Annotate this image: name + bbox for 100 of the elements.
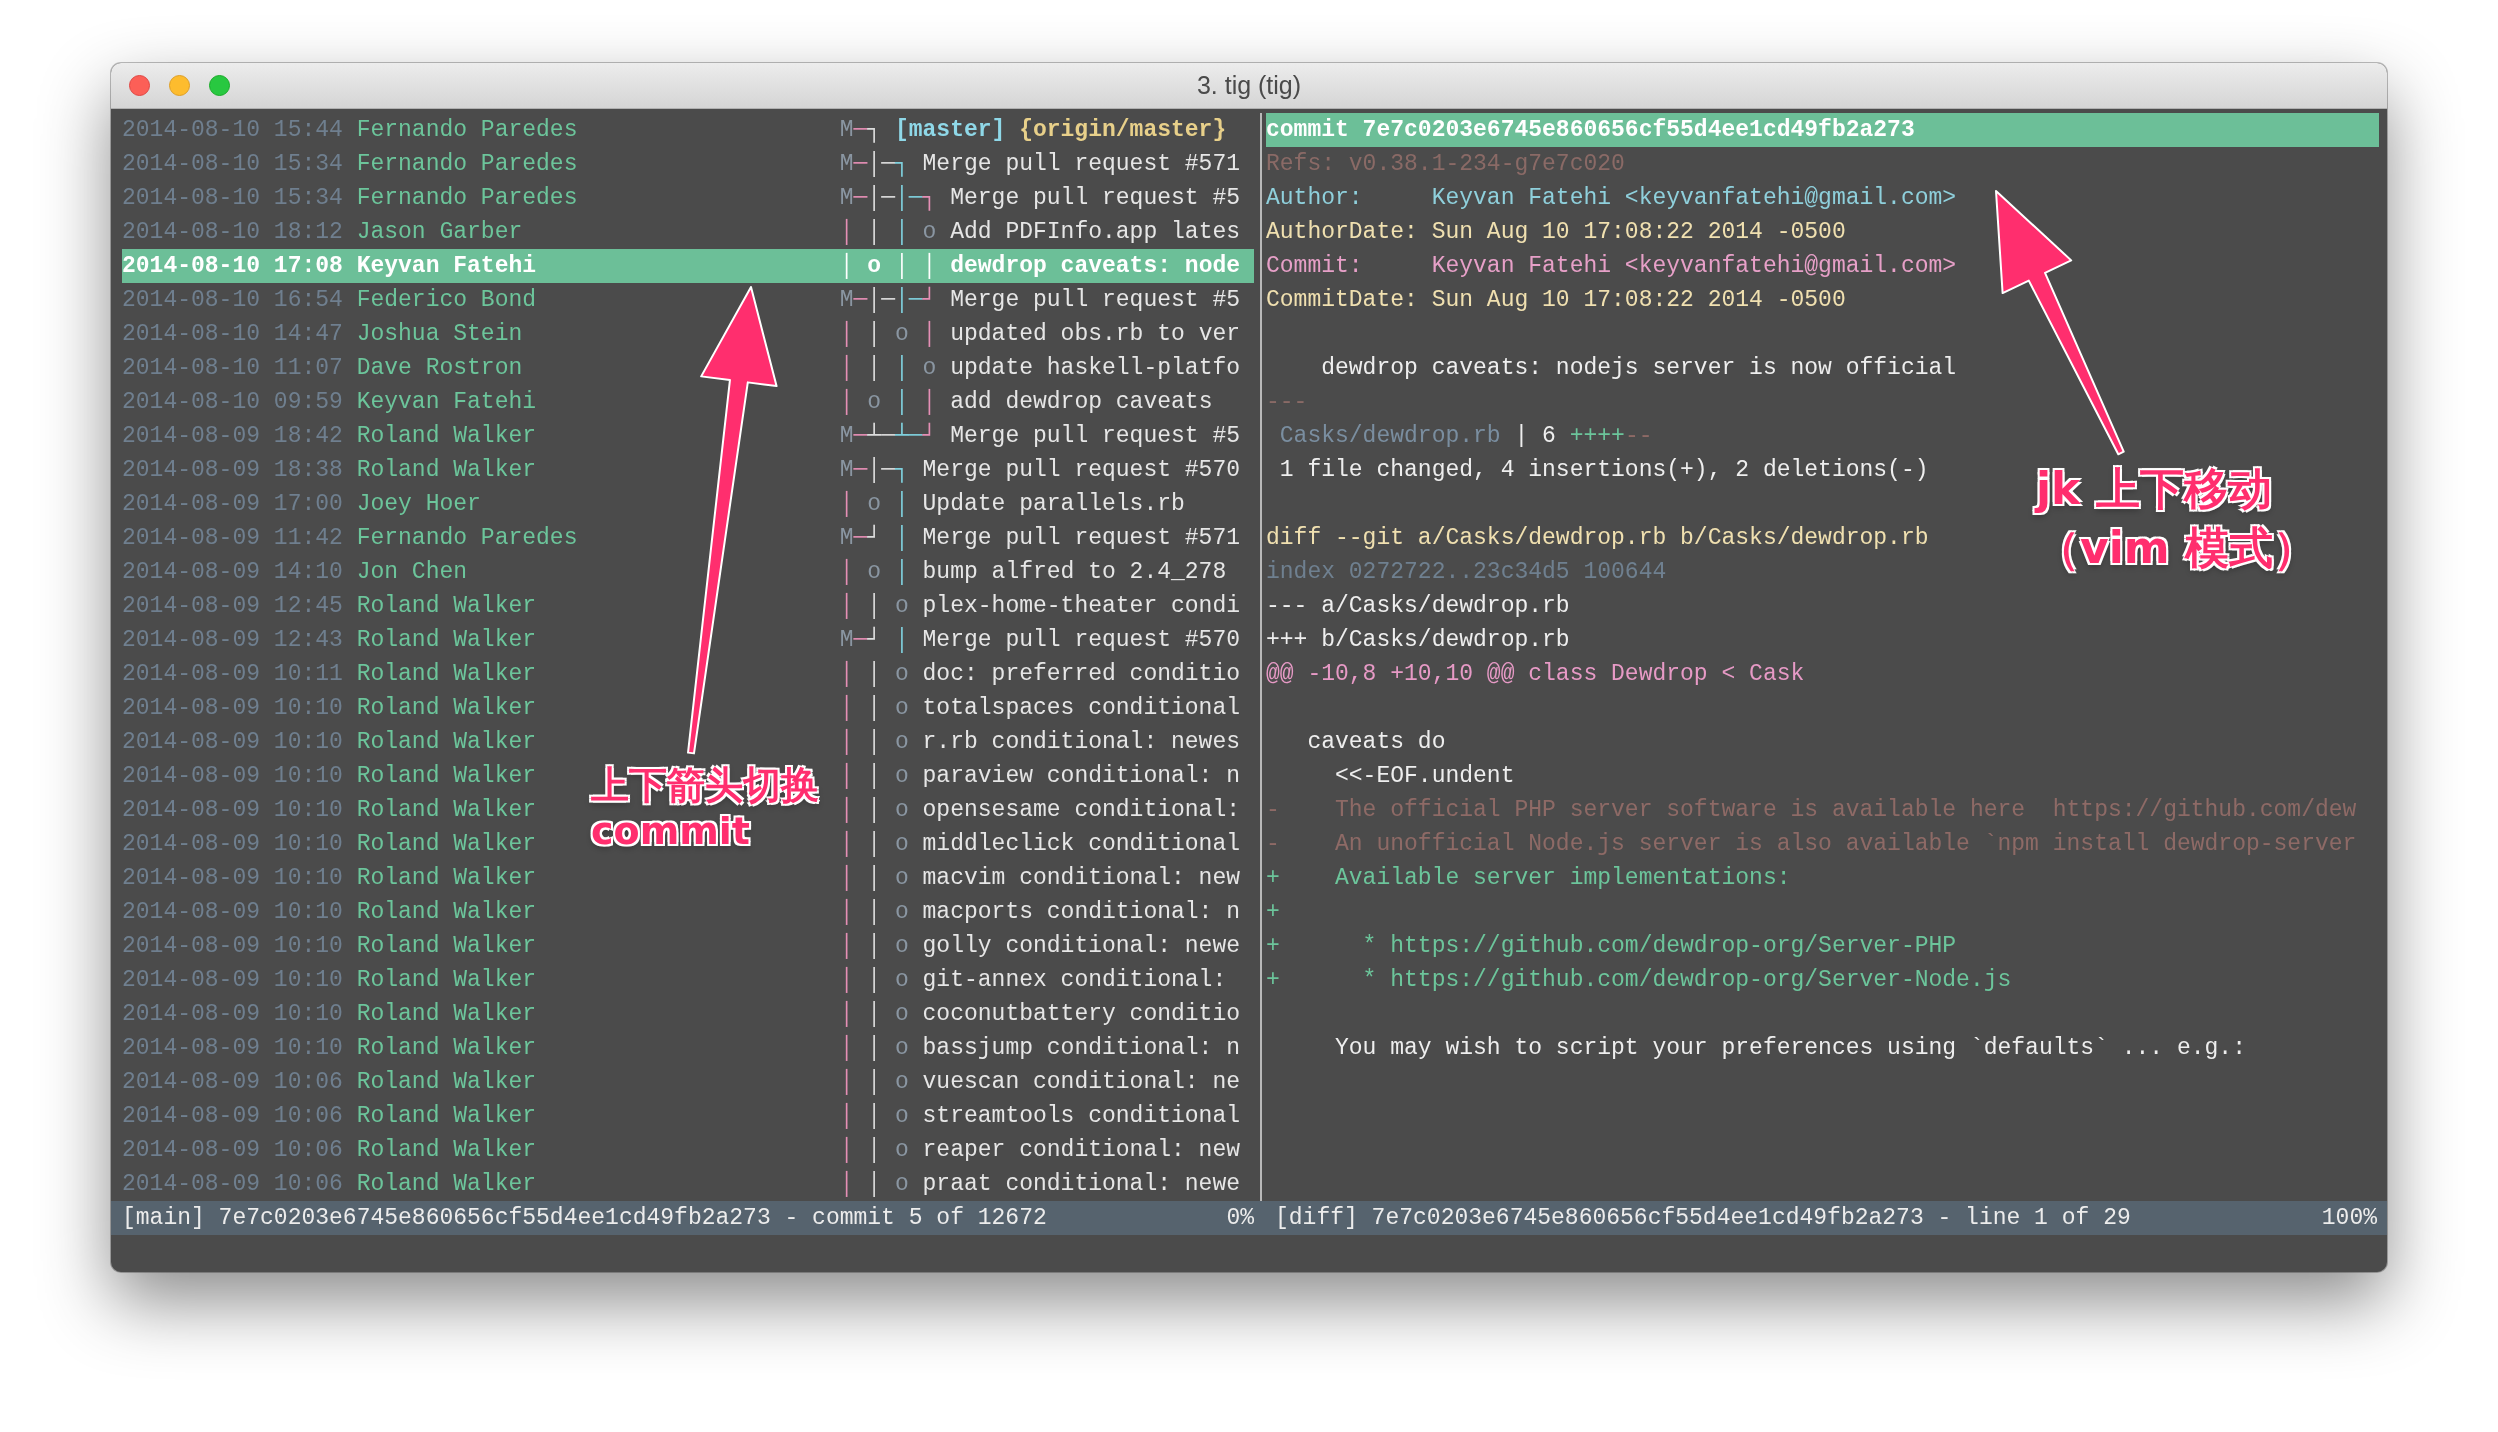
commit-message: Merge pull request #5 (950, 184, 1241, 213)
diff-line: + Available server implementations: (1266, 865, 1791, 891)
commit-graph: │ │ o (839, 830, 909, 859)
commit-author: Roland Walker (356, 830, 537, 859)
commit-date: 2014-08-10 16:54 (122, 286, 344, 315)
commit-message: golly conditional: newe (922, 932, 1240, 961)
commit-message: doc: preferred conditio (922, 660, 1240, 689)
commit-graph: │ │ o (839, 592, 909, 621)
commit-date: 2014-08-09 12:45 (122, 592, 344, 621)
commit-date: 2014-08-09 18:42 (122, 422, 344, 451)
commit-graph: M─┐ (839, 116, 882, 145)
commit-message: Merge pull request #570 (922, 456, 1240, 485)
commit-graph: M─│─┐ (839, 456, 909, 485)
commit-date: 2014-08-09 12:43 (122, 626, 344, 655)
commit-date: 2014-08-10 14:47 (122, 320, 344, 349)
commit-date: 2014-08-10 15:34 (122, 184, 344, 213)
commit-graph: │ │ │ o (839, 354, 937, 383)
commit-date: 2014-08-10 15:44 (122, 116, 344, 145)
zoom-button[interactable] (209, 75, 230, 96)
diff-line: diff --git a/Casks/dewdrop.rb b/Casks/dewdrop.rb (1266, 525, 1929, 551)
selected-commit-row[interactable]: 2014-08-10 17:08 Keyvan Fatehi │ o │ │ dewdrop caveats: node (122, 249, 1254, 283)
commit-author: Joshua Stein (356, 320, 523, 349)
status-percent: 0% (1226, 1204, 1254, 1233)
commit-date: 2014-08-09 10:10 (122, 1000, 344, 1029)
minimize-button[interactable] (169, 75, 190, 96)
branch-ref: {origin/master} (1019, 116, 1227, 145)
commit-message: paraview conditional: n (922, 762, 1240, 791)
diffstat-line: Casks/dewdrop.rb | 6 ++++-- (1278, 423, 1653, 449)
commit-author: Keyvan Fatehi (356, 252, 537, 281)
commit-graph: │ │ o (839, 1136, 909, 1165)
diff-line: Author: Keyvan Fatehi <keyvanfatehi@gmail.com> (1266, 185, 1957, 211)
commit-graph: M─│─│─┘ (839, 285, 937, 315)
commit-author: Jon Chen (356, 558, 468, 587)
commit-date: 2014-08-09 18:38 (122, 456, 344, 485)
commit-author: Roland Walker (356, 626, 537, 655)
diff-line: + * https://github.com/dewdrop-org/Server-Node.js (1266, 967, 2012, 993)
diff-line: 1 file changed, 4 insertions(+), 2 deletions(-) (1278, 457, 1929, 483)
commit-date: 2014-08-09 10:10 (122, 932, 344, 961)
commit-message: Merge pull request #571 (922, 524, 1240, 553)
commit-date: 2014-08-09 11:42 (122, 524, 344, 553)
commit-graph: │ │ │ o (839, 218, 937, 247)
commit-date: 2014-08-10 09:59 (122, 388, 344, 417)
commit-message: update haskell-platfo (950, 354, 1241, 383)
commit-author: Roland Walker (356, 1170, 537, 1199)
commit-graph: │ o │ (839, 558, 909, 587)
status-text: [diff] 7e7c0203e6745e860656cf55d4ee1cd49fb2a273 - line 1 of 29 (1275, 1204, 2131, 1233)
diff-line: Commit: Keyvan Fatehi <keyvanfatehi@gmail.com> (1266, 253, 1957, 279)
status-text: [main] 7e7c0203e6745e860656cf55d4ee1cd49fb2a273 - commit 5 of 12672 (122, 1204, 1047, 1233)
branch-ref: [master] (894, 116, 1006, 145)
commit-message: bassjump conditional: n (922, 1034, 1240, 1063)
commit-author: Dave Rostron (356, 354, 523, 383)
commit-message: Merge pull request #570 (922, 626, 1240, 655)
diff-line: caveats do (1306, 729, 1446, 755)
diff-line: Refs: v0.38.1-234-g7e7c020 (1266, 151, 1625, 177)
commit-date: 2014-08-09 14:10 (122, 558, 344, 587)
commit-author: Keyvan Fatehi (356, 388, 537, 417)
commit-graph: M─│─┐ (839, 150, 909, 179)
commit-message: Merge pull request #5 (950, 422, 1241, 451)
commit-graph: │ │ o │ (839, 320, 937, 349)
commit-date: 2014-08-09 10:06 (122, 1136, 344, 1165)
commit-graph: │ o │ │ (839, 252, 937, 281)
status-percent: 100% (2321, 1204, 2377, 1233)
commit-author: Roland Walker (356, 762, 537, 791)
commit-message: updated obs.rb to ver (950, 320, 1241, 349)
commit-author: Roland Walker (356, 422, 537, 451)
commit-message: plex-home-theater condi (922, 592, 1240, 621)
commit-author: Jason Garber (356, 218, 523, 247)
commit-author: Roland Walker (356, 694, 537, 723)
commit-graph: M─┘ │ (839, 523, 909, 553)
commit-graph: │ │ o (839, 966, 909, 995)
commit-author: Roland Walker (356, 592, 537, 621)
commit-date: 2014-08-09 10:10 (122, 830, 344, 859)
commit-author: Roland Walker (356, 966, 537, 995)
commit-graph: │ │ o (839, 1034, 909, 1063)
commit-date: 2014-08-09 10:10 (122, 796, 344, 825)
commit-author: Roland Walker (356, 1068, 537, 1097)
commit-author: Fernando Paredes (356, 150, 578, 179)
commit-date: 2014-08-09 10:10 (122, 728, 344, 757)
commit-graph: M─┘ │ (839, 625, 909, 655)
commit-message: Update parallels.rb (922, 490, 1185, 519)
diff-line: CommitDate: Sun Aug 10 17:08:22 2014 -0500 (1266, 287, 1846, 313)
diff-line: index 0272722..23c34d5 100644 (1266, 559, 1667, 585)
diff-line: +++ b/Casks/dewdrop.rb (1266, 627, 1570, 653)
commit-author: Roland Walker (356, 1102, 537, 1131)
commit-graph: M─┴─┴─┘ (839, 421, 937, 451)
close-button[interactable] (129, 75, 150, 96)
commit-graph: │ │ o (839, 660, 909, 689)
commit-date: 2014-08-09 10:10 (122, 898, 344, 927)
commit-date: 2014-08-09 10:10 (122, 966, 344, 995)
diff-line: AuthorDate: Sun Aug 10 17:08:22 2014 -0500 (1266, 219, 1846, 245)
commit-message: coconutbattery conditio (922, 1000, 1240, 1029)
window-title: 3. tig (tig) (1195, 71, 1303, 100)
commit-message: dewdrop caveats: node (950, 252, 1241, 281)
commit-author: Roland Walker (356, 1000, 537, 1029)
commit-message: middleclick conditional (922, 830, 1240, 859)
diff-line: --- a/Casks/dewdrop.rb (1266, 593, 1570, 619)
commit-message: Merge pull request #571 (922, 150, 1240, 179)
commit-message: vuescan conditional: ne (922, 1068, 1240, 1097)
diff-line: --- (1266, 389, 1308, 415)
commit-date: 2014-08-09 10:06 (122, 1068, 344, 1097)
